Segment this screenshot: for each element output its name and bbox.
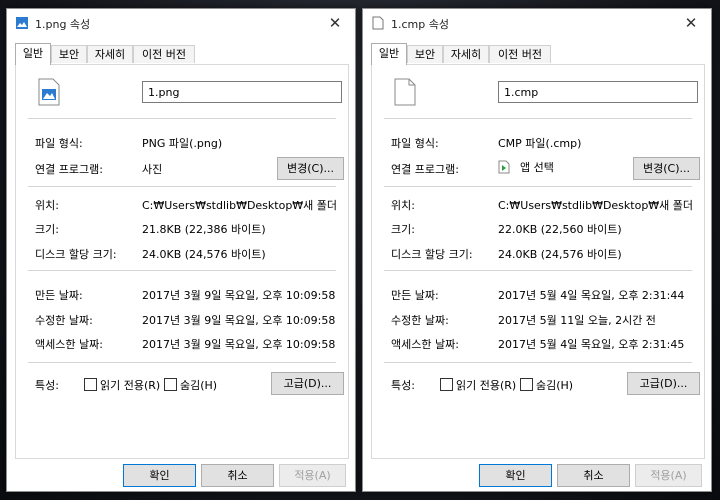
tab-previous-versions[interactable]: 이전 버전 [489,45,551,63]
general-panel: 파일 형식: CMP 파일(.cmp) 연결 프로그램: 앱 선택 변경(C).… [371,64,705,459]
location-value: C:₩Users₩stdlib₩Desktop₩새 폴더 [142,199,338,212]
divider [384,270,692,271]
checkbox-box[interactable] [84,378,97,391]
tab-general[interactable]: 일반 [15,43,51,65]
dialog-buttons: 확인 취소 적용(A) [7,464,355,488]
file-type-value: PNG 파일(.png) [142,137,223,150]
ok-button[interactable]: 확인 [123,464,196,487]
modified-value: 2017년 3월 9일 목요일, 오후 10:09:58 [142,314,336,327]
size-on-disk-label: 디스크 할당 크기: [35,248,117,261]
tab-security[interactable]: 보안 [407,45,443,63]
window-title: 1.png 속성 [35,18,91,31]
tab-details[interactable]: 자세히 [87,45,133,63]
divider [384,186,692,187]
created-value: 2017년 3월 9일 목요일, 오후 10:09:58 [142,289,336,302]
modified-label: 수정한 날짜: [35,314,93,327]
size-on-disk-value: 24.0KB (24,576 바이트) [498,248,622,261]
size-label: 크기: [391,223,415,236]
hidden-label: 숨김(H) [536,379,574,392]
tab-previous-versions[interactable]: 이전 버전 [133,45,195,63]
open-with-text: 앱 선택 [520,161,554,174]
created-value: 2017년 5월 4일 목요일, 오후 2:31:44 [498,289,685,302]
tab-security[interactable]: 보안 [51,45,87,63]
created-label: 만든 날짜: [35,289,83,302]
change-button[interactable]: 변경(C)... [633,157,700,180]
title-bar[interactable]: 1.cmp 속성 ✕ [363,9,711,37]
attributes-label: 특성: [391,379,415,392]
file-type-label: 파일 형식: [391,137,439,150]
size-on-disk-value: 24.0KB (24,576 바이트) [142,248,266,261]
ok-button[interactable]: 확인 [479,464,552,487]
location-value: C:₩Users₩stdlib₩Desktop₩새 폴더 [498,199,694,212]
divider [28,186,336,187]
location-label: 위치: [35,199,59,212]
divider [384,362,692,363]
created-label: 만든 날짜: [391,289,439,302]
cancel-button[interactable]: 취소 [557,464,630,487]
hidden-checkbox[interactable]: 숨김(H) [164,377,217,393]
accessed-label: 액세스한 날짜: [35,338,103,351]
choose-app-icon [498,160,510,174]
divider [28,362,336,363]
accessed-label: 액세스한 날짜: [391,338,459,351]
blank-file-icon [394,78,416,106]
readonly-checkbox[interactable]: 읽기 전용(R) [84,377,160,393]
accessed-value: 2017년 3월 9일 목요일, 오후 10:09:58 [142,338,336,351]
hidden-checkbox[interactable]: 숨김(H) [520,377,573,393]
blank-file-icon [372,16,384,30]
readonly-label: 읽기 전용(R) [456,379,517,392]
file-name-input[interactable] [142,81,342,103]
hidden-label: 숨김(H) [180,379,218,392]
readonly-label: 읽기 전용(R) [100,379,161,392]
open-with-label: 연결 프로그램: [391,163,459,176]
accessed-value: 2017년 5월 4일 목요일, 오후 2:31:45 [498,338,685,351]
checkbox-box[interactable] [164,378,177,391]
general-panel: 파일 형식: PNG 파일(.png) 연결 프로그램: 사진 변경(C)...… [15,64,349,459]
close-button[interactable]: ✕ [671,9,711,37]
apply-button[interactable]: 적용(A) [279,464,346,487]
change-button[interactable]: 변경(C)... [277,157,344,180]
divider [28,270,336,271]
tab-general[interactable]: 일반 [371,43,407,65]
divider [28,118,336,119]
properties-dialog-png: 1.png 속성 ✕ 일반 보안 자세히 이전 버전 파일 형식: PNG 파일… [6,8,356,492]
attributes-label: 특성: [35,379,59,392]
modified-value: 2017년 5월 11일 오늘, 2시간 전 [498,314,656,327]
title-bar[interactable]: 1.png 속성 ✕ [7,9,355,37]
location-label: 위치: [391,199,415,212]
checkbox-box[interactable] [520,378,533,391]
size-value: 22.0KB (22,560 바이트) [498,223,622,236]
open-with-value: 사진 [142,163,163,176]
advanced-button[interactable]: 고급(D)... [627,372,700,395]
properties-dialog-cmp: 1.cmp 속성 ✕ 일반 보안 자세히 이전 버전 파일 형식: CMP 파일… [362,8,712,492]
advanced-button[interactable]: 고급(D)... [271,372,344,395]
size-on-disk-label: 디스크 할당 크기: [391,248,473,261]
image-file-icon [16,17,28,29]
file-name-input[interactable] [498,81,698,103]
open-with-label: 연결 프로그램: [35,163,103,176]
divider [384,118,692,119]
image-file-icon [38,78,60,106]
tab-details[interactable]: 자세히 [443,45,489,63]
dialog-buttons: 확인 취소 적용(A) [363,464,711,488]
apply-button[interactable]: 적용(A) [635,464,702,487]
size-value: 21.8KB (22,386 바이트) [142,223,266,236]
close-button[interactable]: ✕ [315,9,355,37]
size-label: 크기: [35,223,59,236]
file-type-label: 파일 형식: [35,137,83,150]
window-title: 1.cmp 속성 [391,18,449,31]
file-type-value: CMP 파일(.cmp) [498,137,582,150]
readonly-checkbox[interactable]: 읽기 전용(R) [440,377,516,393]
cancel-button[interactable]: 취소 [201,464,274,487]
checkbox-box[interactable] [440,378,453,391]
open-with-value: 앱 선택 [498,159,554,175]
modified-label: 수정한 날짜: [391,314,449,327]
